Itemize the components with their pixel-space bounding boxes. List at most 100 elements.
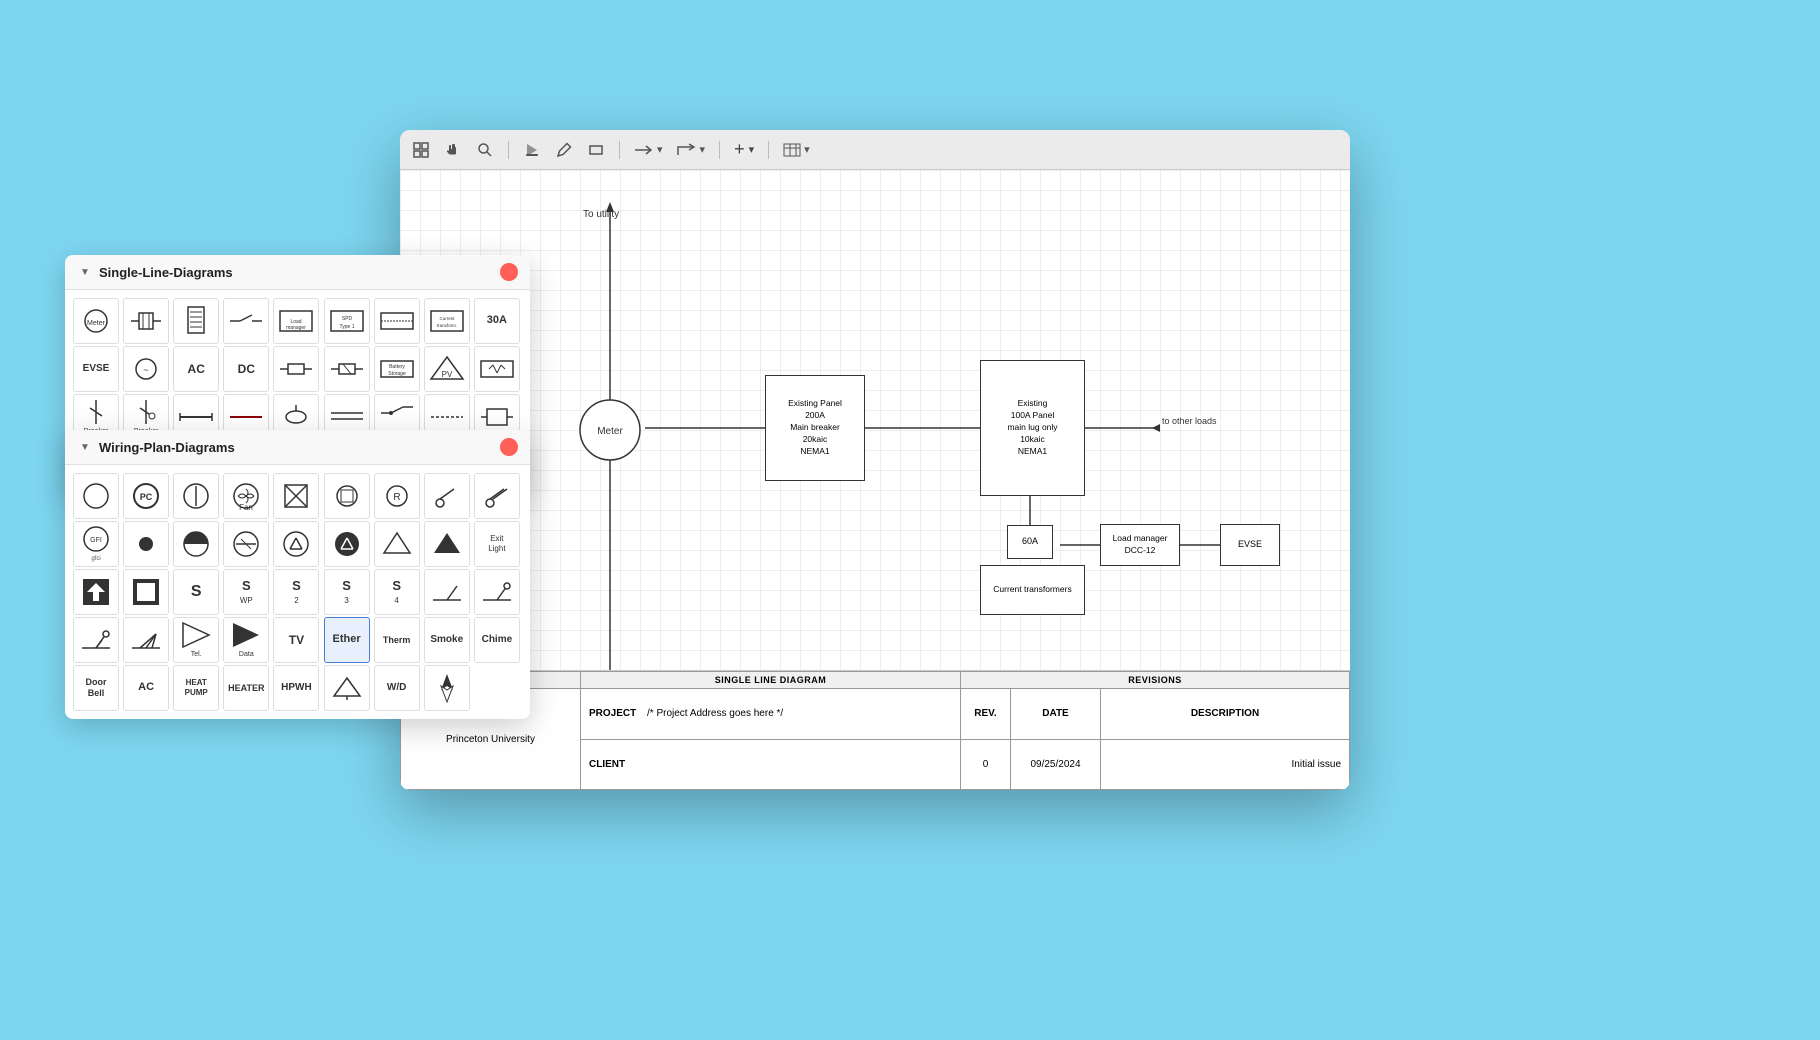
symbol-generator[interactable]: ~ bbox=[123, 346, 169, 392]
symbol-inverter[interactable] bbox=[474, 346, 520, 392]
wiring-collapse-btn[interactable]: ▼ bbox=[77, 439, 93, 455]
wiring-panel-header-left: ▼ Wiring-Plan-Diagrams bbox=[77, 439, 235, 455]
svg-text:Meter: Meter bbox=[87, 320, 106, 327]
symbol-load-manager[interactable]: Loadmanager bbox=[273, 298, 319, 344]
symbol-switch-s4[interactable]: S4 bbox=[374, 569, 420, 615]
toolbar: ▾ ▾ +▾ ▾ bbox=[400, 130, 1350, 170]
symbol-evse[interactable]: EVSE bbox=[73, 346, 119, 392]
toolbar-divider-4 bbox=[768, 141, 769, 159]
symbol-fuse[interactable] bbox=[273, 346, 319, 392]
symbol-outlet[interactable] bbox=[73, 473, 119, 519]
current-transformers-box[interactable]: Current transformers bbox=[980, 565, 1085, 615]
symbol-fan[interactable]: Fan bbox=[223, 473, 269, 519]
symbol-breaker-30a[interactable]: 30A bbox=[474, 298, 520, 344]
breaker-60a-box[interactable]: 60A bbox=[1007, 525, 1053, 559]
symbol-north-arrow[interactable] bbox=[424, 665, 470, 711]
symbol-three-phase2[interactable] bbox=[324, 521, 370, 567]
info-table: CONTRACTOR SINGLE LINE DIAGRAM REVISIONS… bbox=[400, 671, 1350, 790]
svg-text:Fan: Fan bbox=[239, 503, 253, 511]
canvas-area[interactable]: To utility Meter Existing Panel200AMain … bbox=[400, 170, 1350, 670]
symbol-switch-s2[interactable]: S2 bbox=[273, 569, 319, 615]
symbol-switch-fuse[interactable] bbox=[123, 298, 169, 344]
wiring-close-btn[interactable]: ✕ bbox=[500, 438, 518, 456]
symbol-switch-swp[interactable]: SWP bbox=[223, 569, 269, 615]
zoom-icon[interactable] bbox=[476, 141, 494, 159]
svg-text:PC: PC bbox=[140, 492, 153, 502]
symbol-battery[interactable]: BatteryStorage bbox=[374, 346, 420, 392]
symbol-pc-outlet[interactable]: PC bbox=[123, 473, 169, 519]
symbol-filled-box[interactable] bbox=[123, 569, 169, 615]
wiring-plan-panel-header[interactable]: ▼ Wiring-Plan-Diagrams ✕ bbox=[65, 430, 530, 465]
symbol-dimmer[interactable] bbox=[424, 569, 470, 615]
arrow-tool-btn[interactable]: ▾ bbox=[634, 143, 663, 157]
symbol-smoke[interactable]: Smoke bbox=[424, 617, 470, 663]
svg-text:SPD: SPD bbox=[341, 316, 352, 322]
symbol-doorbell[interactable]: DoorBell bbox=[73, 665, 119, 711]
symbol-half-circle[interactable] bbox=[173, 521, 219, 567]
symbol-chime[interactable]: Chime bbox=[474, 617, 520, 663]
symbol-switch-s[interactable]: S bbox=[173, 569, 219, 615]
symbol-weatherproof[interactable] bbox=[324, 665, 370, 711]
symbol-ethernet[interactable]: Ether bbox=[324, 617, 370, 663]
symbol-recept-r[interactable]: R bbox=[374, 473, 420, 519]
load-manager-box[interactable]: Load manager DCC-12 bbox=[1100, 524, 1180, 566]
symbol-switch-single[interactable] bbox=[424, 473, 470, 519]
symbol-exit-light[interactable]: ExitLight bbox=[474, 521, 520, 567]
existing-100a-panel-box[interactable]: Existing100A Panelmain lug only10kaicNEM… bbox=[980, 360, 1085, 496]
pen-icon[interactable] bbox=[555, 141, 573, 159]
close-btn[interactable]: ✕ bbox=[500, 263, 518, 281]
symbol-meter[interactable]: Meter bbox=[73, 298, 119, 344]
rect-icon[interactable] bbox=[587, 141, 605, 159]
symbol-round-outlet[interactable] bbox=[324, 473, 370, 519]
single-line-panel-header[interactable]: ▼ Single-Line-Diagrams ✕ bbox=[65, 255, 530, 290]
evse-box[interactable]: EVSE bbox=[1220, 524, 1280, 566]
meter-symbol[interactable]: Meter bbox=[575, 395, 645, 465]
symbol-dot[interactable] bbox=[123, 521, 169, 567]
existing-panel-box[interactable]: Existing Panel200AMain breaker20kaicNEMA… bbox=[765, 375, 865, 481]
symbol-disconnect[interactable] bbox=[223, 298, 269, 344]
grid-icon[interactable] bbox=[412, 141, 430, 159]
symbol-dimmer3[interactable] bbox=[73, 617, 119, 663]
symbol-crossed-box[interactable] bbox=[273, 473, 319, 519]
symbol-telephone[interactable]: Tel. bbox=[173, 617, 219, 663]
symbol-triangle-filled[interactable] bbox=[424, 521, 470, 567]
symbol-panel[interactable] bbox=[173, 298, 219, 344]
svg-text:manager: manager bbox=[287, 325, 307, 331]
symbol-special-outlet[interactable] bbox=[173, 473, 219, 519]
symbol-gfci[interactable]: GFI gfci bbox=[73, 521, 119, 567]
add-btn[interactable]: +▾ bbox=[734, 139, 754, 160]
symbol-arrow-right[interactable] bbox=[73, 569, 119, 615]
symbol-switch-double[interactable] bbox=[474, 473, 520, 519]
info-bar: CONTRACTOR SINGLE LINE DIAGRAM REVISIONS… bbox=[400, 670, 1350, 790]
symbol-junction[interactable] bbox=[223, 521, 269, 567]
hand-icon[interactable] bbox=[444, 141, 462, 159]
elbow-tool-btn[interactable]: ▾ bbox=[677, 143, 706, 157]
symbol-dc[interactable]: DC bbox=[223, 346, 269, 392]
symbol-triangle-up[interactable] bbox=[374, 521, 420, 567]
symbol-current-transformer[interactable]: Currenttransform. bbox=[424, 298, 470, 344]
svg-text:Storage: Storage bbox=[388, 371, 406, 377]
symbol-heat-pump[interactable]: HEATPUMP bbox=[173, 665, 219, 711]
symbol-fuse2[interactable] bbox=[324, 346, 370, 392]
symbol-dimmer4[interactable] bbox=[123, 617, 169, 663]
symbol-thermostat[interactable]: Therm bbox=[374, 617, 420, 663]
symbol-spd[interactable]: SPDType 1 bbox=[324, 298, 370, 344]
table-btn[interactable]: ▾ bbox=[783, 143, 810, 157]
symbol-heater[interactable]: HEATER bbox=[223, 665, 269, 711]
svg-text:Current: Current bbox=[439, 316, 455, 321]
symbol-pv[interactable]: PV bbox=[424, 346, 470, 392]
symbol-switch-s3[interactable]: S3 bbox=[324, 569, 370, 615]
symbol-tv[interactable]: TV bbox=[273, 617, 319, 663]
symbol-hpwh[interactable]: HPWH bbox=[273, 665, 319, 711]
fill-icon[interactable] bbox=[523, 141, 541, 159]
symbol-washer-dryer[interactable]: W/D bbox=[374, 665, 420, 711]
symbol-ac-outlet[interactable]: AC bbox=[123, 665, 169, 711]
collapse-btn[interactable]: ▼ bbox=[77, 264, 93, 280]
svg-text:Battery: Battery bbox=[389, 364, 405, 370]
toolbar-divider-2 bbox=[619, 141, 620, 159]
symbol-ac[interactable]: AC bbox=[173, 346, 219, 392]
symbol-dimmer2[interactable] bbox=[474, 569, 520, 615]
symbol-data[interactable]: Data bbox=[223, 617, 269, 663]
symbol-ct[interactable] bbox=[374, 298, 420, 344]
symbol-three-phase[interactable] bbox=[273, 521, 319, 567]
